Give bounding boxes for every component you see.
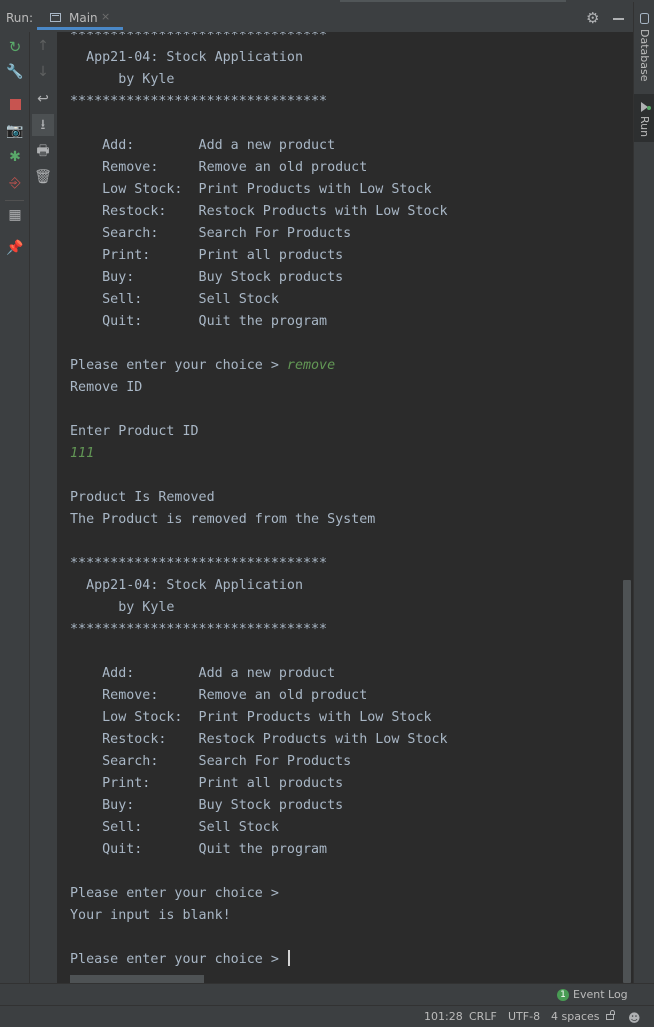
- file-encoding[interactable]: UTF-8: [508, 1010, 540, 1023]
- prompt-text: Please enter your choice >: [70, 952, 287, 967]
- run-actions-toolbar: ↻ 🔧 📷 ✱ ⎆ ▦ 📌: [0, 32, 29, 983]
- event-log-bar: 1 Event Log: [0, 983, 654, 1005]
- console-line: by Kyle: [70, 72, 175, 87]
- console-line: Add: Add a new product: [70, 138, 336, 153]
- console-line: Remove: Remove an old product: [70, 160, 368, 175]
- minimize-icon[interactable]: [613, 18, 624, 20]
- console-line: Search: Search For Products: [70, 754, 352, 769]
- soft-wrap-icon[interactable]: ↩: [35, 91, 51, 107]
- console-line: App21-04: Stock Application: [70, 578, 303, 593]
- run-label: Run:: [6, 11, 34, 25]
- console-actions-toolbar: ↑ ↓ ↩ ⭳ 🖶 🗑: [29, 32, 57, 983]
- tab-main[interactable]: Main ×: [37, 4, 123, 32]
- tab-main-label: Main: [69, 11, 98, 25]
- prompt-text: Please enter your choice >: [70, 358, 287, 373]
- console-line: ********************************: [70, 556, 328, 571]
- caret-position[interactable]: 101:28: [424, 1010, 463, 1023]
- line-separator[interactable]: CRLF: [469, 1010, 497, 1023]
- event-log-button[interactable]: Event Log: [573, 988, 628, 1001]
- console-line: Low Stock: Print Products with Low Stock: [70, 182, 432, 197]
- user-input: 111: [70, 446, 95, 461]
- camera-icon[interactable]: 📷: [6, 123, 23, 139]
- layout-icon[interactable]: ▦: [7, 207, 23, 223]
- down-arrow-icon[interactable]: ↓: [35, 64, 51, 80]
- console-line: Print: Print all products: [70, 776, 344, 791]
- right-tool-stripe: Database Run: [633, 2, 654, 983]
- run-tool-header: Run: Main × ⚙: [0, 2, 633, 32]
- console-line: Buy: Buy Stock products: [70, 798, 344, 813]
- console-line: Low Stock: Print Products with Low Stock: [70, 710, 432, 725]
- up-arrow-icon[interactable]: ↑: [35, 38, 51, 54]
- console-line: by Kyle: [70, 600, 175, 615]
- vertical-scrollbar[interactable]: [623, 580, 631, 983]
- status-bar: 101:28 CRLF UTF-8 4 spaces ☻: [0, 1005, 654, 1027]
- horizontal-scrollbar[interactable]: [70, 975, 204, 983]
- pin-icon[interactable]: 📌: [6, 240, 23, 256]
- console-line: The Product is removed from the System: [70, 512, 376, 527]
- bug-icon[interactable]: ✱: [7, 149, 23, 165]
- gear-icon[interactable]: ⚙: [586, 9, 599, 27]
- console-line: Enter Product ID: [70, 424, 199, 439]
- console-lines: ******************************** App21-0…: [70, 32, 448, 971]
- toolbar-separator: [5, 200, 24, 201]
- console-line: Print: Print all products: [70, 248, 344, 263]
- user-input: remove: [286, 358, 336, 373]
- console-line: App21-04: Stock Application: [70, 50, 303, 65]
- console-line: Restock: Restock Products with Low Stock: [70, 732, 448, 747]
- indent-setting[interactable]: 4 spaces: [551, 1010, 600, 1023]
- console-prompt-line: Please enter your choice > remove: [70, 355, 448, 377]
- console-line: Buy: Buy Stock products: [70, 270, 344, 285]
- console-line: Remove ID: [70, 380, 143, 395]
- exit-icon[interactable]: ⎆: [7, 175, 23, 191]
- wrench-icon[interactable]: 🔧: [6, 64, 23, 80]
- console-line: Add: Add a new product: [70, 666, 336, 681]
- event-count-badge: 1: [557, 989, 569, 1001]
- tab-active-indicator: [37, 27, 123, 30]
- rerun-icon[interactable]: ↻: [7, 39, 23, 55]
- console-output[interactable]: ******************************** App21-0…: [57, 32, 633, 983]
- inspector-icon[interactable]: ☻: [628, 1011, 641, 1025]
- console-tab-icon: [50, 13, 61, 22]
- console-line: Product Is Removed: [70, 490, 215, 505]
- console-line: Your input is blank!: [70, 908, 231, 923]
- console-prompt-line[interactable]: Please enter your choice >: [70, 949, 448, 971]
- scroll-to-end-icon[interactable]: ⭳: [32, 114, 54, 136]
- console-line: Remove: Remove an old product: [70, 688, 368, 703]
- console-line: Quit: Quit the program: [70, 842, 328, 857]
- print-icon[interactable]: 🖶: [35, 143, 51, 159]
- console-input-line: 111: [70, 443, 448, 465]
- lock-icon[interactable]: [606, 1010, 615, 1020]
- database-tool-button[interactable]: Database: [638, 29, 651, 82]
- console-line: Restock: Restock Products with Low Stock: [70, 204, 448, 219]
- close-icon[interactable]: ×: [101, 10, 110, 23]
- text-caret: [287, 950, 290, 966]
- console-line: ********************************: [70, 94, 328, 109]
- console-line: ********************************: [70, 32, 328, 43]
- stop-icon[interactable]: [7, 96, 23, 112]
- console-line: Quit: Quit the program: [70, 314, 328, 329]
- console-line: Sell: Sell Stock: [70, 820, 279, 835]
- console-line: ********************************: [70, 622, 328, 637]
- trash-icon[interactable]: 🗑: [34, 169, 52, 185]
- console-line: Sell: Sell Stock: [70, 292, 279, 307]
- running-indicator: [647, 106, 651, 110]
- console-line: Search: Search For Products: [70, 226, 352, 241]
- database-icon: [640, 13, 649, 24]
- run-tool-button[interactable]: Run: [638, 116, 651, 137]
- console-line: Please enter your choice >: [70, 886, 279, 901]
